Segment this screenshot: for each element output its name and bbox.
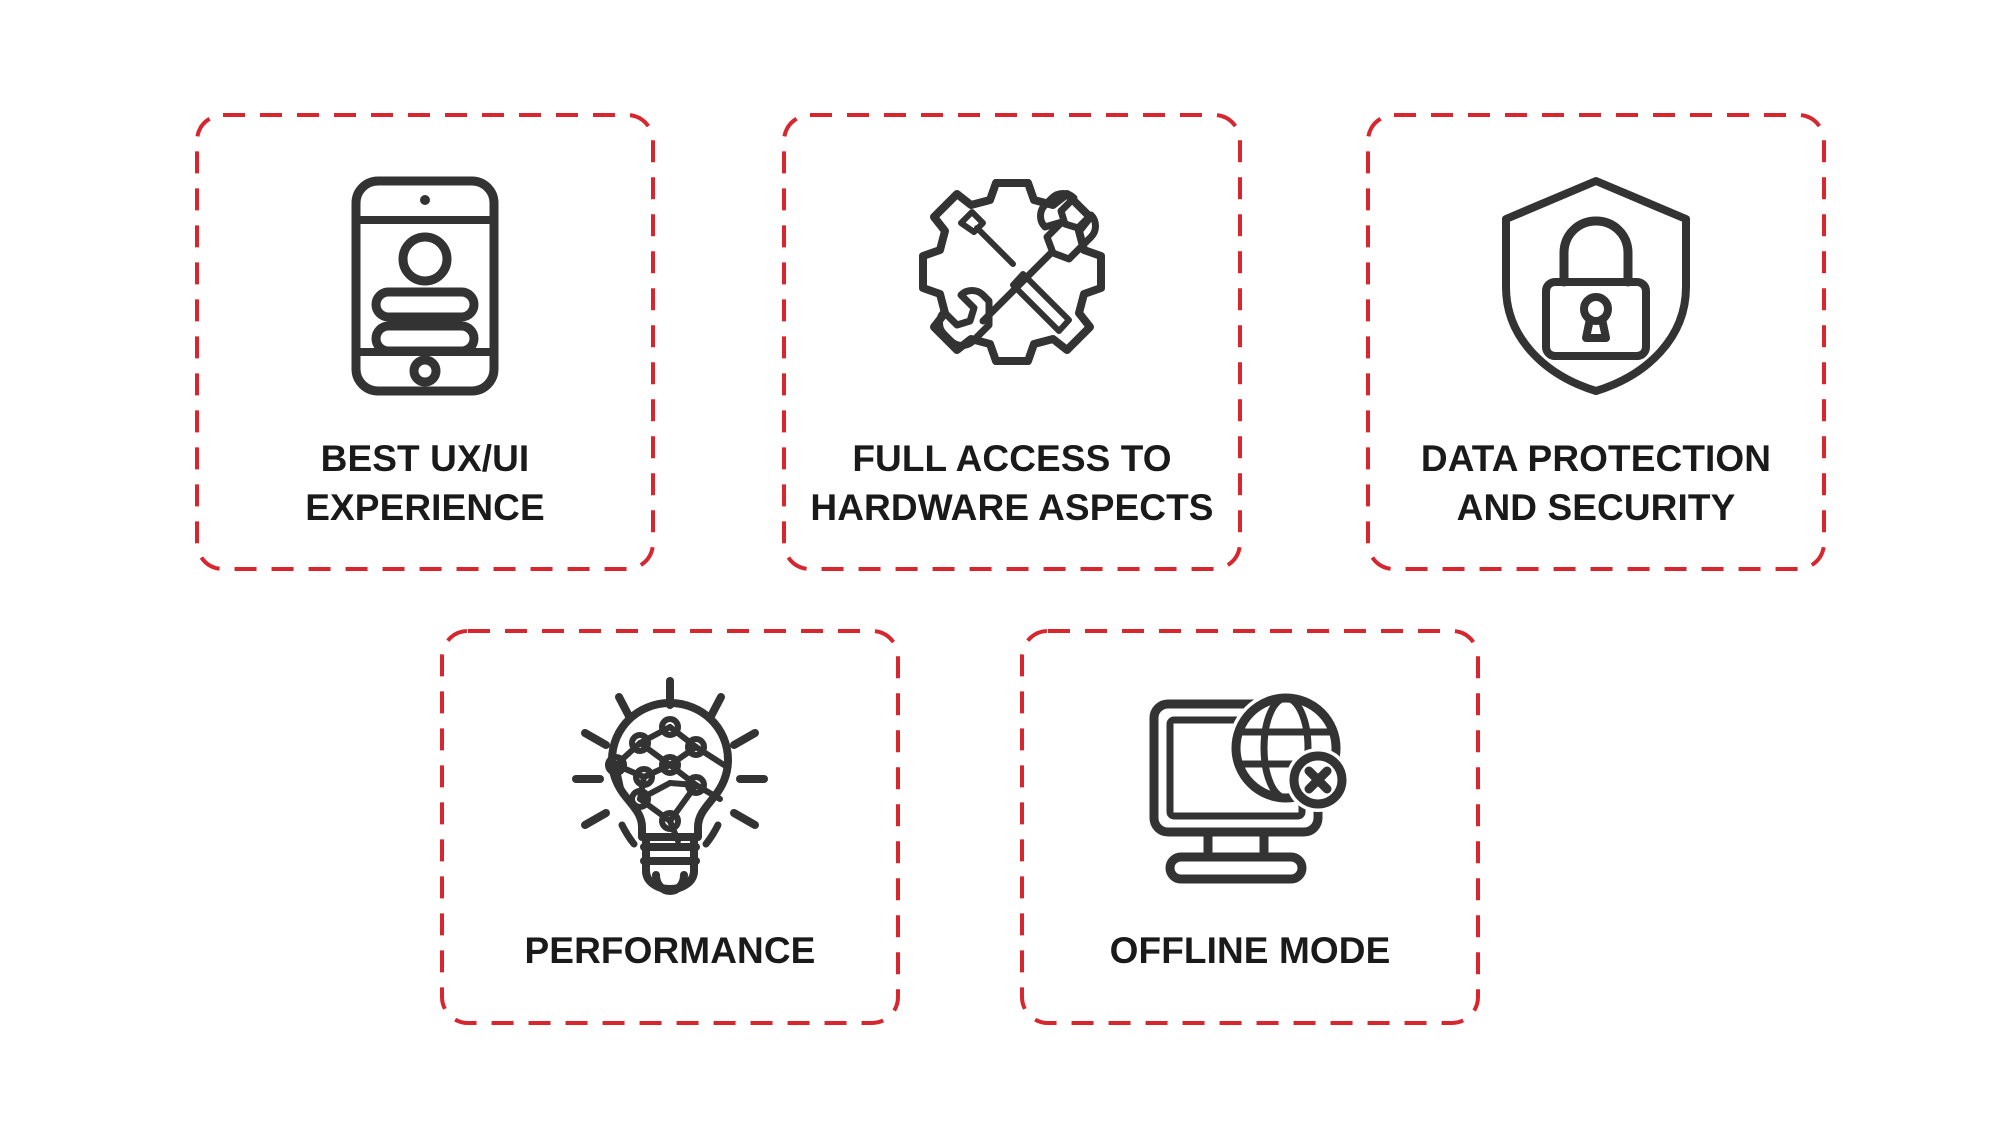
feature-card-performance[interactable]: PERFORMANCE xyxy=(440,629,900,1025)
feature-card-ux[interactable]: BEST UX/UI EXPERIENCE xyxy=(195,113,655,571)
feature-card-label: DATA PROTECTION AND SECURITY xyxy=(1420,438,1772,528)
feature-cards-board: BEST UX/UI EXPERIENCE FULL ACCESS TO HAR… xyxy=(0,0,2000,1137)
icon-slot xyxy=(1146,671,1354,901)
feature-card-label: OFFLINE MODE xyxy=(1109,930,1391,971)
feature-card-hardware[interactable]: FULL ACCESS TO HARDWARE ASPECTS xyxy=(782,113,1242,571)
icon-slot xyxy=(901,171,1123,401)
feature-card-label: FULL ACCESS TO HARDWARE ASPECTS xyxy=(810,438,1214,528)
icon-slot xyxy=(350,171,500,401)
icon-slot xyxy=(1498,171,1694,401)
lightbulb-network-icon xyxy=(572,677,768,895)
icon-slot xyxy=(572,671,768,901)
smartphone-ui-icon xyxy=(351,176,499,396)
feature-card-security[interactable]: DATA PROTECTION AND SECURITY xyxy=(1366,113,1826,571)
feature-card-label: BEST UX/UI EXPERIENCE xyxy=(305,438,545,528)
feature-card-label: PERFORMANCE xyxy=(524,930,816,971)
gear-tools-icon xyxy=(919,179,1105,365)
shield-lock-icon xyxy=(1502,177,1690,395)
feature-card-offline[interactable]: OFFLINE MODE xyxy=(1020,629,1480,1025)
monitor-globe-offline-icon xyxy=(1149,690,1350,884)
